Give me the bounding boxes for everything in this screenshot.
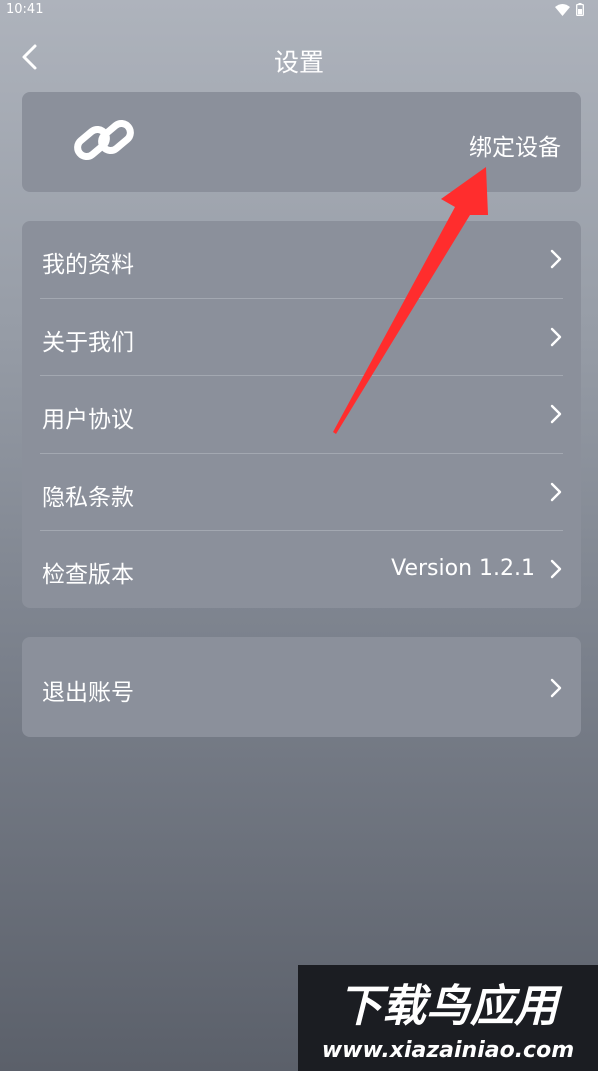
- chevron-right-icon: [550, 678, 562, 698]
- link-icon: [74, 120, 134, 160]
- watermark-title: 下载鸟应用: [338, 981, 563, 1032]
- watermark-logo: 下载鸟应用 www.xiazainiao.com: [322, 981, 574, 1063]
- menu-item-label: 我的资料: [42, 252, 134, 278]
- wifi-icon: [555, 3, 570, 16]
- chevron-right-icon: [550, 482, 562, 502]
- logout-button[interactable]: 退出账号: [22, 637, 581, 737]
- version-value: Version 1.2.1: [391, 556, 535, 581]
- menu-item-label: 检查版本: [42, 562, 134, 588]
- menu-item-user-agreement[interactable]: 用户协议: [22, 376, 581, 453]
- menu-item-about-us[interactable]: 关于我们: [22, 299, 581, 376]
- chevron-right-icon: [550, 327, 562, 347]
- status-icons: [555, 3, 584, 16]
- menu-item-profile[interactable]: 我的资料: [22, 221, 581, 298]
- battery-icon: [576, 3, 584, 16]
- bind-device-card[interactable]: 绑定设备: [22, 92, 581, 192]
- chevron-right-icon: [550, 404, 562, 424]
- settings-menu: 我的资料 关于我们 用户协议 隐私条款 检查版本 Version 1.2.1: [22, 221, 581, 608]
- status-time: 10:41: [6, 2, 44, 17]
- status-bar: 10:41: [0, 0, 598, 22]
- watermark-url: www.xiazainiao.com: [322, 1038, 574, 1063]
- nav-bar: 设置: [0, 36, 598, 82]
- watermark: 下载鸟应用 www.xiazainiao.com: [298, 965, 598, 1071]
- menu-item-label: 用户协议: [42, 407, 134, 433]
- menu-item-label: 关于我们: [42, 330, 134, 356]
- page-title: 设置: [273, 48, 324, 77]
- menu-item-privacy-policy[interactable]: 隐私条款: [22, 454, 581, 531]
- chevron-right-icon: [550, 249, 562, 269]
- menu-item-check-version[interactable]: 检查版本 Version 1.2.1: [22, 531, 581, 608]
- chevron-right-icon: [550, 559, 562, 579]
- menu-item-label: 隐私条款: [42, 485, 134, 511]
- bind-device-label: 绑定设备: [469, 135, 561, 161]
- logout-label: 退出账号: [42, 680, 134, 706]
